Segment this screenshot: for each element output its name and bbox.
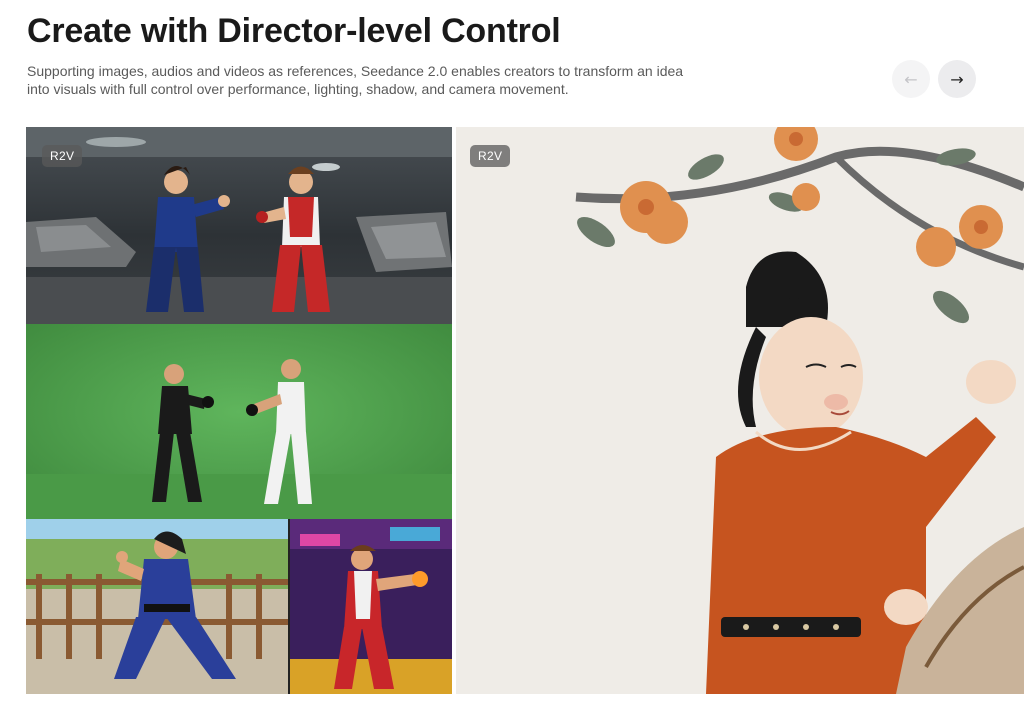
example-card-fighters[interactable]: R2V [26,127,452,694]
r2v-badge: R2V [470,145,511,167]
example-card-painting[interactable]: R2V [456,127,1024,694]
section-title: Create with Director-level Control [27,12,561,50]
arrow-right-icon: → [950,69,964,89]
green-screen-fighters-image [26,324,452,519]
arrow-left-icon: ← [904,69,918,89]
r2v-badge: R2V [42,145,83,167]
previous-button[interactable]: ← [892,60,930,98]
arcade-fighters-image: R2V [26,127,452,324]
karate-fighter-park-image [26,519,288,694]
fighter-neon-street-image [290,519,452,694]
tang-figure-painting-image [456,127,1024,694]
next-button[interactable]: → [938,60,976,98]
section-subtitle: Supporting images, audios and videos as … [27,63,684,97]
